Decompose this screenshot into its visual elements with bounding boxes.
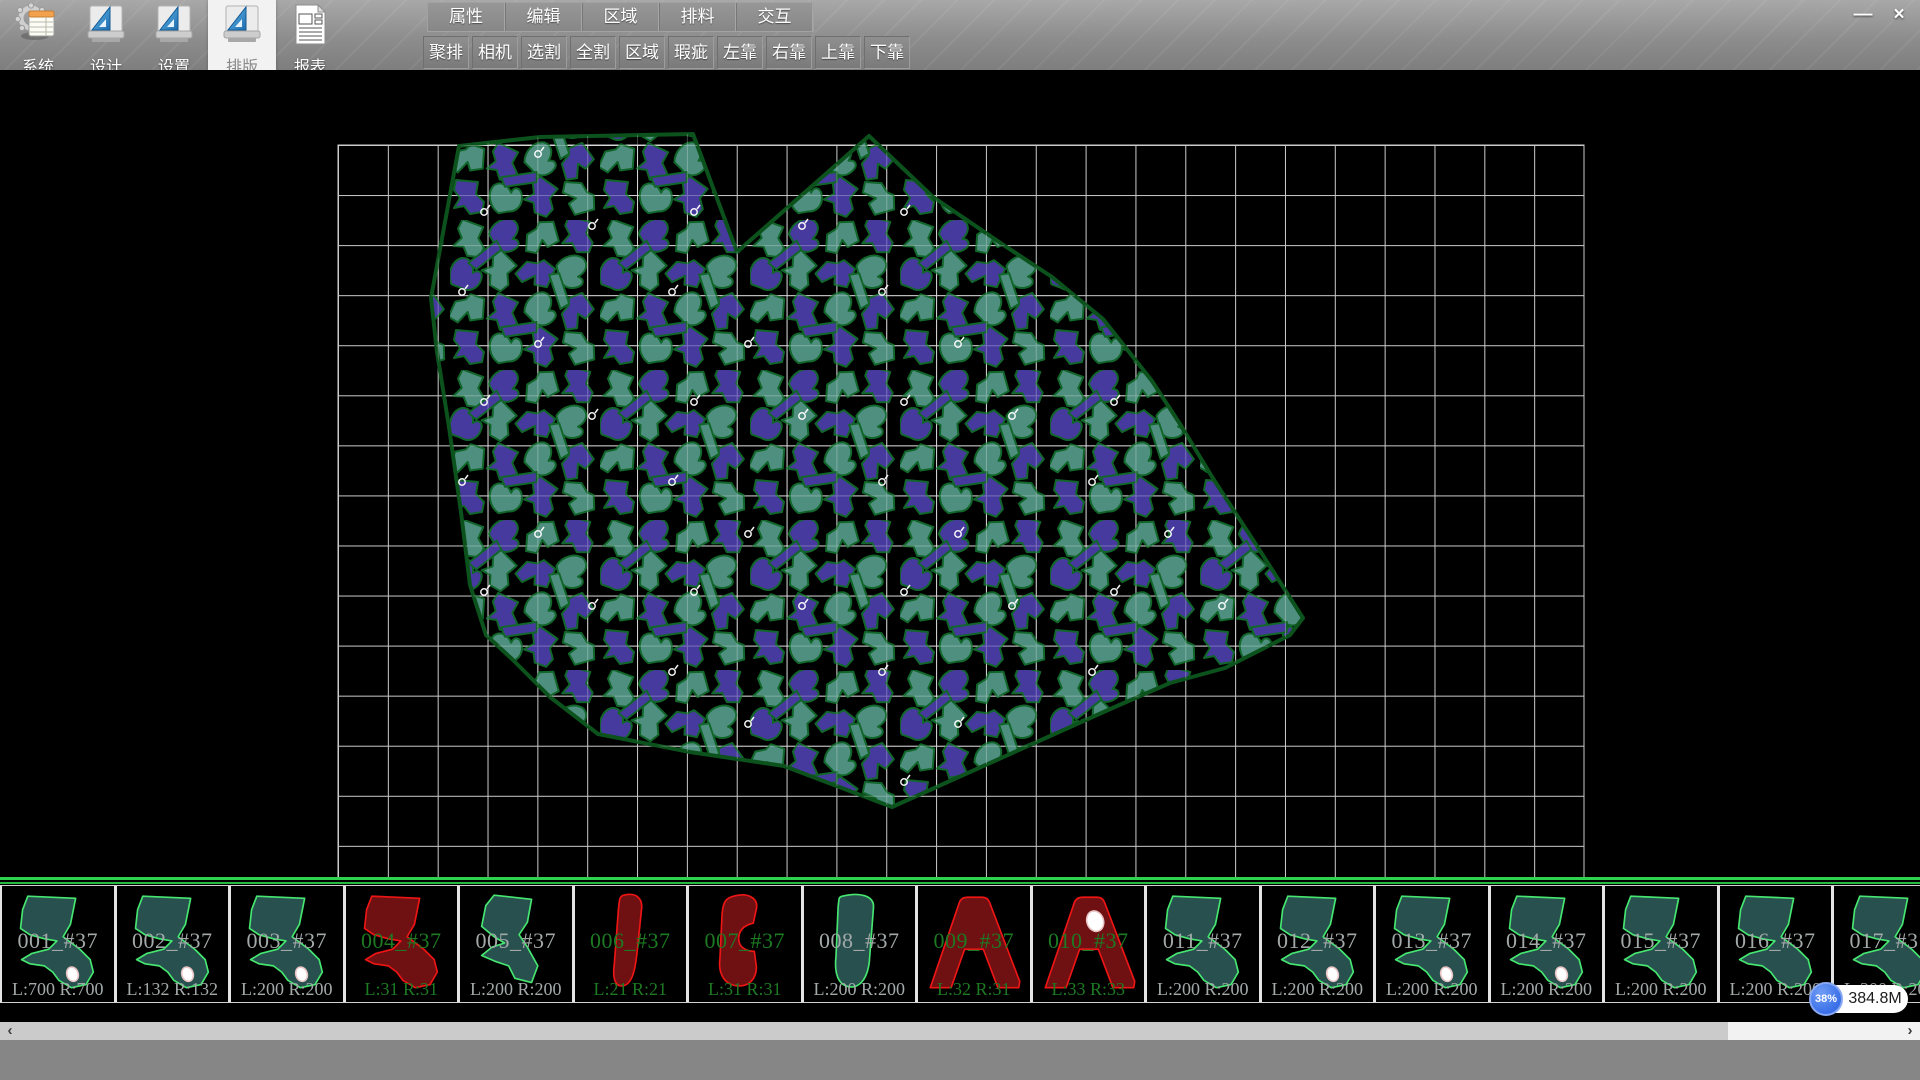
piece-name: 008_#37: [804, 928, 916, 954]
horizontal-scrollbar[interactable]: ‹ ›: [0, 1022, 1920, 1040]
piece-name: 016_#37: [1720, 928, 1832, 954]
piece-lr-count: L:200 R:200: [1147, 979, 1259, 1000]
scroll-right-icon[interactable]: ›: [1902, 1022, 1918, 1040]
nesting-ruler-icon: [219, 3, 265, 52]
piece-thumbnail-009_#37[interactable]: 009_#37 L:32 R:31: [918, 886, 1033, 1002]
tool-button-选割[interactable]: 选割: [521, 36, 567, 69]
piece-thumbnail-005_#37[interactable]: 005_#37 L:200 R:200: [460, 886, 575, 1002]
piece-thumbnail-strip: 001_#37 L:700 R:700 002_#37 L:132 R:132 00…: [0, 885, 1920, 1003]
system-gear-icon: [15, 3, 61, 52]
piece-name: 003_#37: [231, 928, 343, 954]
tool-button-相机[interactable]: 相机: [472, 36, 518, 69]
piece-name: 005_#37: [460, 928, 572, 954]
piece-thumbnail-013_#37[interactable]: 013_#37 L:200 R:200: [1376, 886, 1491, 1002]
nav-item-设计[interactable]: 设计: [72, 0, 140, 70]
piece-lr-count: L:200 R:200: [1605, 979, 1717, 1000]
minimize-button[interactable]: —: [1848, 2, 1878, 28]
nesting-canvas[interactable]: [0, 70, 1920, 877]
piece-thumbnail-008_#37[interactable]: 008_#37 L:200 R:200: [804, 886, 919, 1002]
window-controls: — ×: [1848, 2, 1914, 28]
design-ruler-icon: [83, 3, 129, 52]
piece-thumbnail-006_#37[interactable]: 006_#37 L:21 R:21: [575, 886, 690, 1002]
piece-name: 001_#37: [2, 928, 114, 954]
tool-button-瑕疵[interactable]: 瑕疵: [668, 36, 714, 69]
nav-item-label: 排版: [226, 53, 258, 70]
piece-name: 009_#37: [918, 928, 1030, 954]
usage-percent-text: 38%: [1815, 993, 1837, 1005]
module-nav: 系统 设计 设置 排版 报表: [4, 0, 344, 70]
piece-name: 002_#37: [117, 928, 229, 954]
usage-percent-badge: 38%: [1809, 982, 1843, 1016]
piece-thumbnail-002_#37[interactable]: 002_#37 L:132 R:132: [117, 886, 232, 1002]
nav-item-设置[interactable]: 设置: [140, 0, 208, 70]
piece-thumbnail-012_#37[interactable]: 012_#37 L:200 R:200: [1262, 886, 1377, 1002]
piece-name: 013_#37: [1376, 928, 1488, 954]
piece-name: 004_#37: [346, 928, 458, 954]
canvas-thumbstrip-separator: [0, 877, 1920, 885]
tool-button-row: 聚排相机选割全割区域瑕疵左靠右靠上靠下靠: [423, 36, 910, 69]
piece-lr-count: L:200 R:200: [1376, 979, 1488, 1000]
nav-item-系统[interactable]: 系统: [4, 0, 72, 70]
piece-lr-count: L:200 R:200: [1491, 979, 1603, 1000]
tool-button-下靠[interactable]: 下靠: [864, 36, 910, 69]
piece-lr-count: L:200 R:200: [231, 979, 343, 1000]
nav-item-排版[interactable]: 排版: [208, 0, 276, 70]
piece-name: 012_#37: [1262, 928, 1374, 954]
canvas-svg: [0, 70, 1920, 877]
piece-name: 014_#37: [1491, 928, 1603, 954]
menu-tab-区域[interactable]: 区域: [582, 3, 659, 31]
piece-thumbnail-003_#37[interactable]: 003_#37 L:200 R:200: [231, 886, 346, 1002]
nav-item-label: 系统: [22, 53, 54, 70]
piece-thumbnail-001_#37[interactable]: 001_#37 L:700 R:700: [2, 886, 117, 1002]
tool-button-上靠[interactable]: 上靠: [815, 36, 861, 69]
piece-thumbnail-007_#37[interactable]: 007_#37 L:31 R:31: [689, 886, 804, 1002]
memory-usage-text: 384.8M: [1846, 985, 1904, 1013]
nav-item-报表[interactable]: 报表: [276, 0, 344, 70]
piece-name: 011_#37: [1147, 928, 1259, 954]
nav-item-label: 报表: [294, 53, 326, 70]
tool-button-聚排[interactable]: 聚排: [423, 36, 469, 69]
piece-lr-count: L:700 R:700: [2, 979, 114, 1000]
piece-lr-count: L:32 R:31: [918, 979, 1030, 1000]
menu-tab-编辑[interactable]: 编辑: [505, 3, 582, 31]
menu-tab-属性[interactable]: 属性: [428, 3, 505, 31]
piece-thumbnail-004_#37[interactable]: 004_#37 L:31 R:31: [346, 886, 461, 1002]
piece-lr-count: L:21 R:21: [575, 979, 687, 1000]
tool-button-左靠[interactable]: 左靠: [717, 36, 763, 69]
piece-lr-count: L:33 R:33: [1033, 979, 1145, 1000]
piece-name: 017_#37: [1834, 928, 1920, 954]
piece-lr-count: L:200 R:200: [460, 979, 572, 1000]
piece-lr-count: L:132 R:132: [117, 979, 229, 1000]
tool-button-全割[interactable]: 全割: [570, 36, 616, 69]
main-toolbar: 系统 设计 设置 排版 报表 属性编辑区域排料交互 聚排相机选割全割区域瑕疵左靠…: [0, 0, 1920, 70]
nav-item-label: 设置: [158, 53, 190, 70]
piece-lr-count: L:31 R:31: [346, 979, 458, 1000]
scrollbar-thumb[interactable]: [0, 1022, 1728, 1040]
nav-item-label: 设计: [90, 53, 122, 70]
tool-button-右靠[interactable]: 右靠: [766, 36, 812, 69]
piece-name: 010_#37: [1033, 928, 1145, 954]
piece-lr-count: L:31 R:31: [689, 979, 801, 1000]
report-doc-icon: [287, 3, 333, 52]
settings-ruler-icon: [151, 3, 197, 52]
piece-thumbnail-014_#37[interactable]: 014_#37 L:200 R:200: [1491, 886, 1606, 1002]
memory-status-pill: 38% 384.8M: [1812, 985, 1908, 1013]
scroll-left-icon[interactable]: ‹: [2, 1022, 18, 1040]
menu-tab-交互[interactable]: 交互: [736, 3, 813, 31]
piece-name: 007_#37: [689, 928, 801, 954]
menu-tab-排料[interactable]: 排料: [659, 3, 736, 31]
piece-lr-count: L:200 R:200: [804, 979, 916, 1000]
menu-tab-bar: 属性编辑区域排料交互: [427, 2, 814, 32]
piece-thumbnail-015_#37[interactable]: 015_#37 L:200 R:200: [1605, 886, 1720, 1002]
tool-button-区域[interactable]: 区域: [619, 36, 665, 69]
piece-lr-count: L:200 R:200: [1262, 979, 1374, 1000]
bottom-bar: [0, 1040, 1920, 1080]
piece-thumbnail-011_#37[interactable]: 011_#37 L:200 R:200: [1147, 886, 1262, 1002]
close-button[interactable]: ×: [1884, 2, 1914, 28]
piece-name: 015_#37: [1605, 928, 1717, 954]
piece-thumbnail-010_#37[interactable]: 010_#37 L:33 R:33: [1033, 886, 1148, 1002]
piece-name: 006_#37: [575, 928, 687, 954]
